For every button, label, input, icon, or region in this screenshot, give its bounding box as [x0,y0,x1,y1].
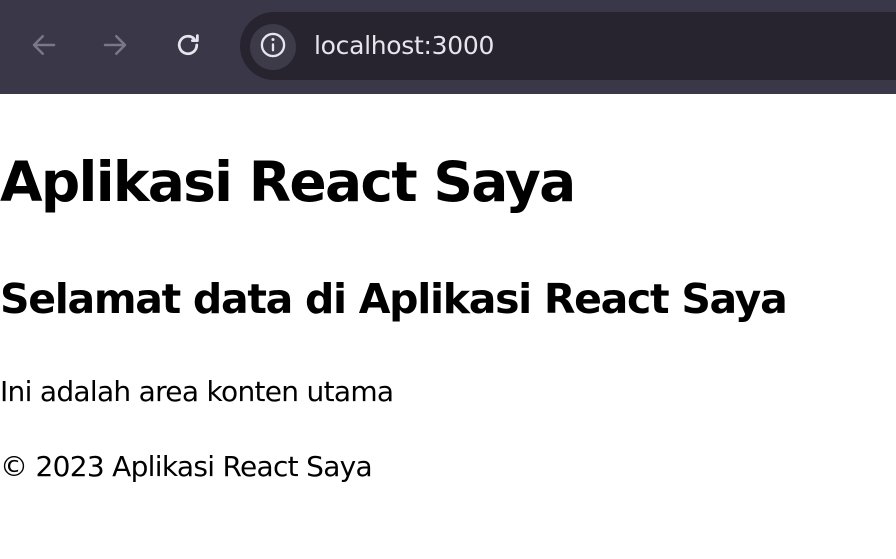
url-text[interactable]: localhost:3000 [314,30,494,62]
reload-button[interactable] [170,27,206,63]
forward-button[interactable] [97,27,133,63]
page-content: Aplikasi React Saya Selamat data di Apli… [0,94,896,559]
arrow-left-icon [29,30,59,60]
browser-toolbar: localhost:3000 [0,0,896,94]
footer-text: © 2023 Aplikasi React Saya [0,450,373,483]
page-title: Aplikasi React Saya [0,150,576,214]
arrow-right-icon [100,30,130,60]
site-info-button[interactable] [250,24,296,70]
back-button[interactable] [26,27,62,63]
page-subtitle: Selamat data di Aplikasi React Saya [0,275,788,323]
info-icon [259,31,287,63]
main-content-text: Ini adalah area konten utama [0,375,394,408]
reload-icon [173,30,203,60]
address-bar[interactable]: localhost:3000 [240,12,896,80]
